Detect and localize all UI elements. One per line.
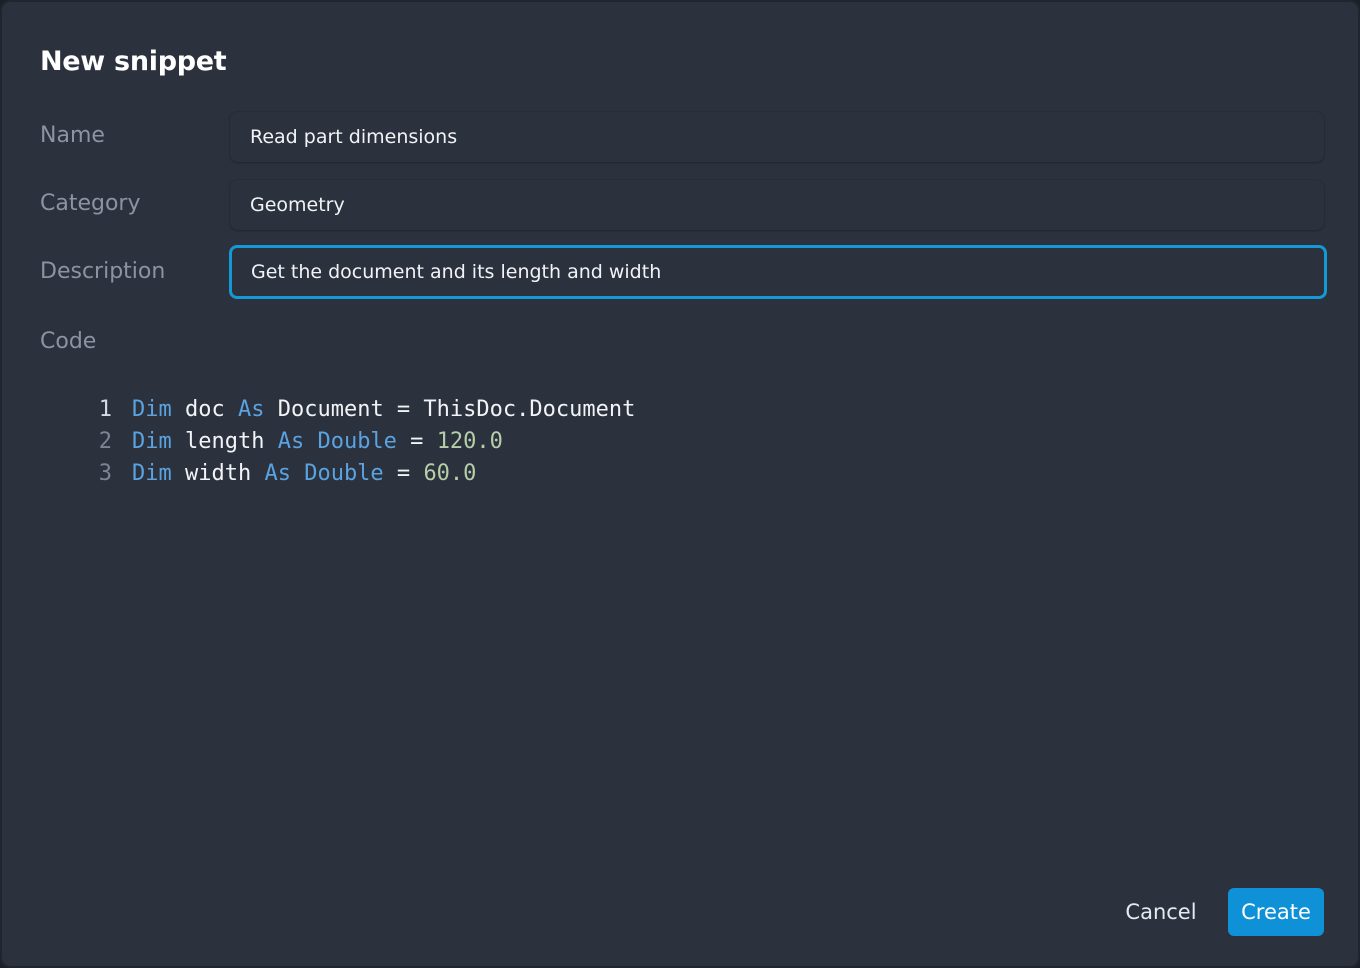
code-token-identifier: doc [171,397,238,422]
name-input[interactable]: Read part dimensions [230,112,1324,162]
create-button[interactable]: Create [1228,888,1324,936]
code-token-identifier: = [396,429,437,454]
code-editor[interactable]: 1 Dim doc As Document = ThisDoc.Document 2… [88,394,636,490]
code-line[interactable]: 2 Dim length As Double = 120.0 [88,426,635,458]
code-token-number: 60.0 [423,461,477,486]
name-input-value: Read part dimensions [250,126,458,148]
code-token-keyword: As Double [264,461,384,486]
description-input-value: Get the document and its length and widt… [251,261,662,283]
code-token-number: 120.0 [436,429,503,454]
description-label: Description [40,259,166,284]
line-number: 2 [98,429,112,454]
code-line[interactable]: 1 Dim doc As Document = ThisDoc.Document [88,394,636,426]
new-snippet-dialog: New snippet Name Read part dimensions Ca… [0,0,1360,968]
cancel-button[interactable]: Cancel [1114,888,1208,936]
code-token-identifier: length [171,429,278,454]
line-number: 3 [98,461,112,486]
code-token-keyword: Dim [132,397,172,422]
code-token-keyword: Dim [132,461,172,486]
code-token-identifier: = [383,461,424,486]
code-token-identifier: width [171,461,265,486]
dialog-title: New snippet [40,46,227,77]
code-token-keyword: As Double [277,429,397,454]
category-input-value: Geometry [250,194,345,216]
category-label: Category [40,191,141,216]
code-label: Code [40,329,97,354]
code-token-identifier: Document = ThisDoc.Document [264,397,636,422]
code-token-keyword: As [237,397,265,422]
line-number: 1 [98,397,112,422]
description-input[interactable]: Get the document and its length and widt… [229,245,1327,299]
name-label: Name [40,123,105,148]
category-input[interactable]: Geometry [230,180,1324,230]
code-line[interactable]: 3 Dim width As Double = 60.0 [88,458,635,490]
code-token-keyword: Dim [132,429,172,454]
